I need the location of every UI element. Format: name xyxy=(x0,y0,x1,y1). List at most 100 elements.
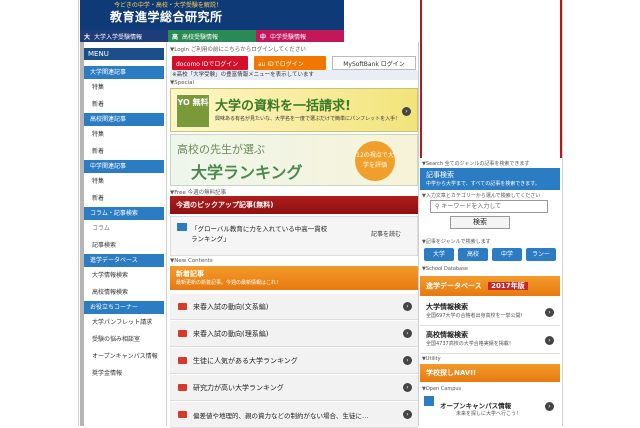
sidebar-item-juniorhigh-new[interactable]: 新着 xyxy=(84,190,164,207)
au-login-button[interactable]: au IDでログイン xyxy=(254,56,326,70)
tab-highschool[interactable]: 高 高校受験情報 xyxy=(168,30,256,42)
database-title: 進学データベース xyxy=(426,282,482,290)
chevron-right-icon: › xyxy=(403,356,412,365)
tab-university[interactable]: 大 大学入学受験情報 xyxy=(80,30,168,42)
navi-banner[interactable]: 学校探しNAVI! xyxy=(420,364,560,382)
sidebar-item-university-feature[interactable]: 特集 xyxy=(84,79,164,96)
chevron-right-icon: › xyxy=(545,402,554,411)
pickup-bar: 今週のピックアップ記事(無料) xyxy=(170,196,418,214)
list-item-title: 生徒に人気がある大学ランキング xyxy=(193,356,298,365)
softbank-login-button[interactable]: MySoftBank ログイン xyxy=(332,56,416,70)
login-notice: ※高校「大学受験」の豊富情報メニューを表示しています xyxy=(170,70,418,80)
sidebar-section-highschool[interactable]: 高校関連記事 xyxy=(84,113,164,126)
mail-icon xyxy=(178,330,187,337)
pickup-article[interactable]: 「グローバル教育に力を入れている中高一貫校ランキング」 記事を読む xyxy=(170,216,418,256)
category-tabs: 大 大学入学受験情報 高 高校受験情報 中 中学受験情報 xyxy=(80,30,344,42)
genre-university-button[interactable]: 大学 xyxy=(424,248,454,261)
docomo-login-button[interactable]: docomo IDでログイン xyxy=(172,56,248,70)
main-content: ▼Login ご利用の前にこちらからログインしてください docomo IDでロ… xyxy=(170,42,418,428)
mail-icon xyxy=(178,384,187,391)
sidebar-item-column[interactable]: コラム xyxy=(84,220,164,237)
genre-ranking-button[interactable]: ランー xyxy=(526,248,556,261)
sidebar-item-scholarship[interactable]: 奨学金情報 xyxy=(84,365,164,382)
sidebar-item-university-search[interactable]: 大学情報検索 xyxy=(84,267,164,284)
pamphlet-banner[interactable]: YO 無料 大学の資料を一括請求! 興味ある有名が見たいな、大学名を一度で選ぶだ… xyxy=(170,88,418,132)
sidebar-section-column[interactable]: コラム・記事検索 xyxy=(84,207,164,220)
highschool-search-title: 高校情報検索 xyxy=(426,331,468,339)
chevron-right-icon: › xyxy=(545,308,554,317)
search-title: 記事検索 xyxy=(426,171,454,179)
search-label: ▼Search 全てのジャンルの記事を検索できます xyxy=(422,161,530,167)
tab-juniorhigh-icon: 中 xyxy=(260,33,267,41)
ad-frame xyxy=(420,0,562,158)
read-article-link[interactable]: 記事を読む xyxy=(371,229,401,238)
database-header: 進学データベース 2017年版 xyxy=(420,276,560,296)
pamphlet-banner-sub: 興味ある有名が見たいな、大学名を一度で選ぶだけで簡単にパンフレットを入手! xyxy=(215,116,398,122)
list-item[interactable]: 来春入試の動向(理系編) › xyxy=(170,321,418,347)
genre-label: ▼記事をジャンルで検索します xyxy=(422,239,491,245)
university-search-sub: 全国697大学の合格者出身高校を一挙公開！ xyxy=(426,313,526,319)
au-login-label: au IDでログイン xyxy=(258,60,304,68)
sidebar-item-university-new[interactable]: 新着 xyxy=(84,96,164,113)
tab-juniorhigh[interactable]: 中 中学受験情報 xyxy=(256,30,344,42)
sidebar-section-help[interactable]: お役立ちコーナー xyxy=(84,301,164,314)
tab-university-icon: 大 xyxy=(84,33,91,41)
new-contents-sub: 最新更新の新着記事。今週の最新情報はこれ！ xyxy=(176,280,282,286)
sidebar-item-article-search[interactable]: 記事検索 xyxy=(84,237,164,254)
search-placeholder: キーワードを入力して xyxy=(441,203,502,210)
mail-icon xyxy=(178,357,187,364)
open-campus-label: ▼Open Campus xyxy=(422,386,462,392)
list-item[interactable]: 来春入試の動向(文系編) › xyxy=(170,294,418,320)
site-header: 今どきの中学・高校・大学受験を解説！ 教育進学総合研究所 xyxy=(80,0,344,30)
university-search-link[interactable]: 大学情報検索 全国697大学の合格者出身高校を一挙公開！ › xyxy=(420,302,560,326)
mail-icon xyxy=(178,303,187,310)
chevron-right-icon: › xyxy=(403,329,412,338)
sidebar-section-university[interactable]: 大学関連記事 xyxy=(84,66,164,79)
new-contents-title: 新着記事 xyxy=(176,270,204,278)
open-campus-link[interactable]: オープンキャンパス情報 未来を探しに大学へ行こう！ › xyxy=(420,394,560,424)
highschool-search-link[interactable]: 高校情報検索 全国4737高校の大学合格実績を掲載！ › xyxy=(420,330,560,354)
list-item-title: 来春入試の動向(理系編) xyxy=(193,329,269,338)
sidebar-item-consult[interactable]: 受験の悩み相談室 xyxy=(84,331,164,348)
sidebar-item-open-campus[interactable]: オープンキャンパス情報 xyxy=(84,348,164,365)
sidebar-title: MENU xyxy=(84,48,164,60)
chevron-right-icon: › xyxy=(402,107,411,116)
tab-juniorhigh-label: 中学受験情報 xyxy=(270,33,307,41)
search-header: 記事検索 中学から大学まで、すべての記事を検索できます。 xyxy=(420,168,560,190)
ranking-banner[interactable]: 高校の先生が選ぶ 大学ランキング 12の視点で大学を評価 xyxy=(170,134,418,186)
utility-label: ▼Utility xyxy=(422,356,441,362)
chevron-right-icon: › xyxy=(403,383,412,392)
site-logo[interactable]: 教育進学総合研究所 xyxy=(110,8,223,25)
sidebar-item-highschool-new[interactable]: 新着 xyxy=(84,143,164,160)
pamphlet-banner-title: 大学の資料を一括請求! xyxy=(215,99,351,114)
pickup-article-title: 「グローバル教育に力を入れている中高一貫校ランキング」 xyxy=(191,225,328,243)
docomo-login-label: docomo IDでログイン xyxy=(176,60,239,68)
genre-highschool-button[interactable]: 高校 xyxy=(458,248,488,261)
login-label: ▼Login ご利用の前にこちらからログインしてください xyxy=(170,47,306,53)
highschool-search-sub: 全国4737高校の大学合格実績を掲載！ xyxy=(426,341,514,347)
tab-university-label: 大学入学受験情報 xyxy=(94,33,143,41)
list-item-title: 偏差値や地理的、親の資力などの制約がない場合、生徒に… xyxy=(193,411,369,420)
sidebar-section-juniorhigh[interactable]: 中学関連記事 xyxy=(84,160,164,173)
list-item[interactable]: 生徒に人気がある大学ランキング › xyxy=(170,348,418,374)
list-item-title: 研究力が高い大学ランキング xyxy=(193,383,284,392)
article-icon xyxy=(177,223,187,231)
sidebar-item-juniorhigh-feature[interactable]: 特集 xyxy=(84,173,164,190)
sidebar-item-highschool-search[interactable]: 高校情報検索 xyxy=(84,284,164,301)
genre-juniorhigh-button[interactable]: 中学 xyxy=(492,248,522,261)
list-item[interactable]: 偏差値や地理的、親の資力などの制約がない場合、生徒に… › xyxy=(170,402,418,428)
university-search-title: 大学情報検索 xyxy=(426,303,468,311)
sidebar-item-highschool-feature[interactable]: 特集 xyxy=(84,126,164,143)
list-item[interactable]: 研究力が高い大学ランキング › xyxy=(170,375,418,401)
search-input[interactable]: ⚲ キーワードを入力して xyxy=(430,200,548,213)
search-button[interactable]: 検索 xyxy=(450,216,510,229)
new-contents-label: ▼New Contents xyxy=(170,258,213,264)
list-item-title: 来春入試の動向(文系編) xyxy=(193,302,269,311)
ranking-seal: 12の視点で大学を評価 xyxy=(355,141,395,181)
ranking-banner-title: 高校の先生が選ぶ xyxy=(177,143,265,156)
sidebar-item-pamphlet[interactable]: 大学パンフレット請求 xyxy=(84,314,164,331)
sidebar-section-database[interactable]: 進学データベース xyxy=(84,254,164,267)
open-campus-icon xyxy=(424,396,434,406)
chevron-right-icon: › xyxy=(403,410,412,419)
database-year-badge: 2017年版 xyxy=(488,282,528,290)
